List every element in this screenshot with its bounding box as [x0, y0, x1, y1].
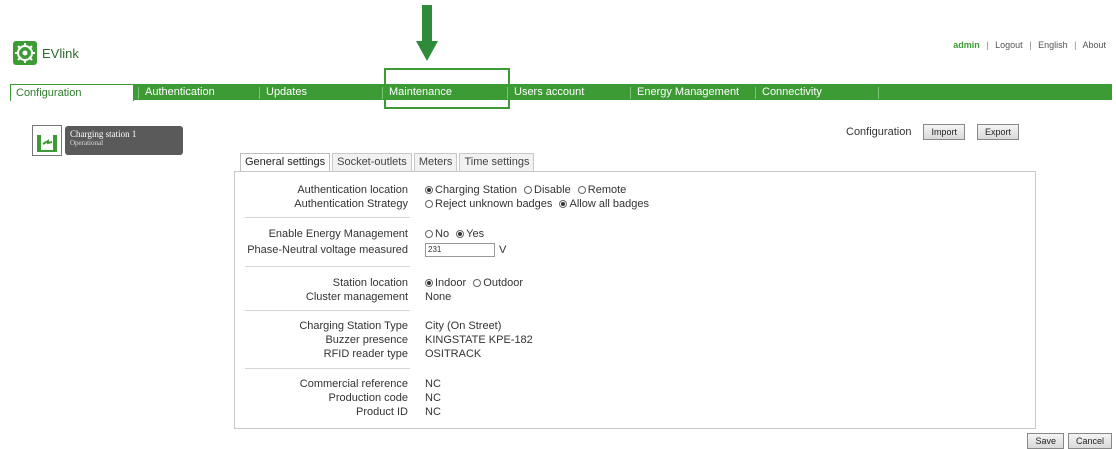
- separator: |: [1074, 40, 1077, 50]
- station-location-label: Station location: [332, 277, 408, 289]
- commercial-ref-value: NC: [425, 378, 441, 390]
- commercial-ref-row: Commercial reference NC: [235, 377, 1035, 391]
- cluster-value: None: [425, 291, 452, 303]
- station-location-row: Station location Indoor Outdoor: [235, 276, 1035, 290]
- rfid-value: OSITRACK: [425, 348, 482, 360]
- form-actions: Save Cancel: [1027, 433, 1112, 449]
- product-id-row: Product ID NC: [235, 405, 1035, 419]
- rfid-row: RFID reader type OSITRACK: [235, 347, 1035, 361]
- auth-location-label: Authentication location: [297, 184, 408, 196]
- tab-updates[interactable]: Updates: [261, 84, 381, 100]
- gear-leaf-icon: [13, 41, 37, 65]
- settings-subtabs: General settings Socket-outlets Meters T…: [240, 153, 535, 172]
- top-links: admin | Logout | English | About: [953, 40, 1106, 50]
- buzzer-value: KINGSTATE KPE-182: [425, 334, 533, 346]
- tab-configuration[interactable]: Configuration: [10, 84, 134, 101]
- auth-location-row: Authentication location Charging Station…: [235, 183, 1035, 197]
- auth-location-charging-station-radio[interactable]: Charging Station: [425, 184, 517, 196]
- energy-mgmt-label: Enable Energy Management: [268, 228, 408, 240]
- tab-connectivity[interactable]: Connectivity: [757, 84, 877, 100]
- down-arrow-icon: [416, 5, 438, 61]
- station-card[interactable]: Charging station 1 Operational: [32, 125, 184, 156]
- about-link[interactable]: About: [1082, 40, 1106, 50]
- auth-location-disable-radio[interactable]: Disable: [524, 184, 571, 196]
- product-id-value: NC: [425, 406, 441, 418]
- tab-users-account[interactable]: Users account: [509, 84, 629, 100]
- buzzer-label: Buzzer presence: [325, 334, 408, 346]
- production-code-label: Production code: [328, 392, 409, 404]
- voltage-row: Phase-Neutral voltage measured 231 V: [235, 243, 1035, 258]
- auth-strategy-row: Authentication Strategy Reject unknown b…: [235, 197, 1035, 211]
- maintenance-highlight: [384, 68, 510, 109]
- tab-general-settings[interactable]: General settings: [240, 153, 331, 172]
- cluster-row: Cluster management None: [235, 290, 1035, 304]
- user-link[interactable]: admin: [953, 40, 980, 50]
- station-name: Charging station 1: [70, 129, 137, 139]
- export-button[interactable]: Export: [976, 124, 1019, 140]
- commercial-ref-label: Commercial reference: [299, 378, 408, 390]
- voltage-unit: V: [499, 244, 507, 256]
- config-toolbar: Configuration Import Export: [846, 124, 1019, 140]
- reject-unknown-radio[interactable]: Reject unknown badges: [425, 198, 552, 210]
- buzzer-row: Buzzer presence KINGSTATE KPE-182: [235, 333, 1035, 347]
- product-id-label: Product ID: [356, 406, 408, 418]
- tab-authentication[interactable]: Authentication: [140, 84, 258, 100]
- production-code-value: NC: [425, 392, 441, 404]
- cancel-button[interactable]: Cancel: [1067, 433, 1112, 449]
- energy-mgmt-yes-radio[interactable]: Yes: [456, 228, 484, 240]
- auth-location-remote-radio[interactable]: Remote: [577, 184, 626, 196]
- energy-mgmt-row: Enable Energy Management No Yes: [235, 227, 1035, 241]
- voltage-input[interactable]: 231: [425, 243, 495, 258]
- station-panel: Charging station 1 Operational: [65, 126, 183, 155]
- config-label: Configuration: [846, 126, 912, 138]
- general-settings-panel: Authentication location Charging Station…: [234, 171, 1036, 429]
- charging-station-icon: [32, 125, 62, 156]
- import-button[interactable]: Import: [923, 124, 965, 140]
- separator: |: [1029, 40, 1032, 50]
- outdoor-radio[interactable]: Outdoor: [473, 277, 523, 289]
- rfid-label: RFID reader type: [323, 348, 408, 360]
- energy-mgmt-no-radio[interactable]: No: [425, 228, 449, 240]
- station-type-value: City (On Street): [425, 320, 502, 332]
- auth-strategy-label: Authentication Strategy: [294, 198, 408, 210]
- tab-meters[interactable]: Meters: [413, 153, 458, 171]
- indoor-radio[interactable]: Indoor: [425, 277, 466, 289]
- station-type-row: Charging Station Type City (On Street): [235, 319, 1035, 333]
- tab-energy-management[interactable]: Energy Management: [632, 84, 754, 100]
- voltage-label: Phase-Neutral voltage measured: [247, 244, 408, 256]
- allow-all-radio[interactable]: Allow all badges: [559, 198, 649, 210]
- tab-time-settings[interactable]: Time settings: [459, 153, 535, 171]
- save-button[interactable]: Save: [1027, 433, 1064, 449]
- logout-link[interactable]: Logout: [995, 40, 1023, 50]
- main-tab-bar: Configuration Authentication Updates Mai…: [10, 84, 1112, 101]
- language-link[interactable]: English: [1038, 40, 1068, 50]
- app-name: EVlink: [42, 45, 79, 61]
- cluster-label: Cluster management: [305, 291, 408, 303]
- app-logo: EVlink: [12, 40, 79, 66]
- separator: |: [986, 40, 989, 50]
- tab-socket-outlets[interactable]: Socket-outlets: [332, 153, 412, 171]
- station-type-label: Charging Station Type: [299, 320, 408, 332]
- production-code-row: Production code NC: [235, 391, 1035, 405]
- station-status: Operational: [70, 139, 104, 147]
